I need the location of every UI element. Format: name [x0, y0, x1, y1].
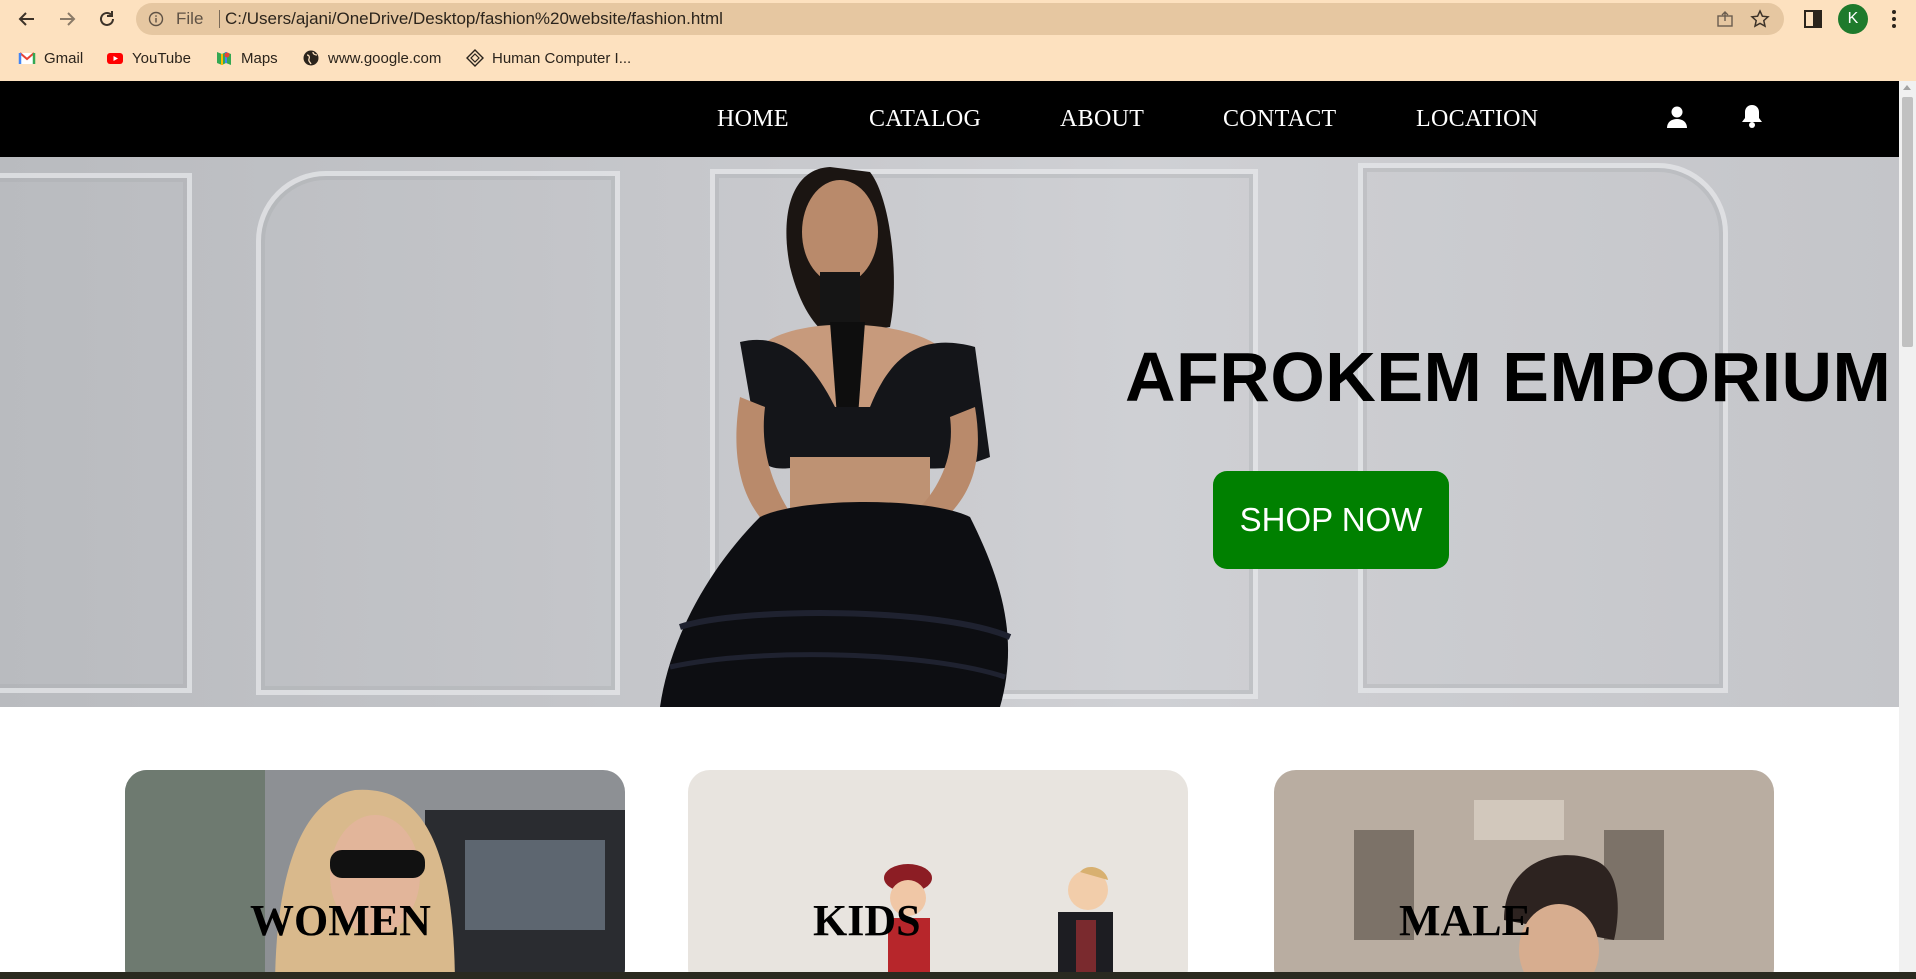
bookmark-label: Human Computer I...	[492, 49, 632, 67]
bookmark-label: Maps	[241, 49, 278, 67]
youtube-icon	[107, 53, 123, 64]
wall-panel	[1358, 163, 1728, 693]
scheme-label: File	[176, 9, 204, 28]
bookmark-google[interactable]: www.google.com	[302, 44, 441, 72]
info-icon[interactable]	[148, 11, 164, 27]
category-label-male: MALE	[1399, 896, 1531, 945]
nav-catalog[interactable]: CATALOG	[869, 81, 981, 157]
user-icon[interactable]	[1666, 105, 1688, 129]
category-card-male[interactable]: MALE	[1274, 770, 1774, 972]
side-panel-icon[interactable]	[1802, 8, 1824, 30]
bookmark-gmail[interactable]: Gmail	[18, 44, 83, 72]
category-card-women[interactable]: WOMEN	[125, 770, 625, 972]
share-icon[interactable]	[1716, 10, 1734, 28]
more-menu-icon[interactable]	[1880, 5, 1908, 33]
page-viewport: HOME CATALOG ABOUT CONTACT LOCATION AFRO…	[0, 81, 1899, 972]
bookmarks-bar: Gmail YouTube Maps www.google.com Human …	[0, 44, 1916, 72]
bookmark-star-icon[interactable]	[1750, 9, 1770, 29]
wall-panel	[256, 171, 620, 695]
forward-button[interactable]	[52, 4, 82, 34]
category-label-kids: KIDS	[813, 896, 921, 945]
profile-avatar[interactable]: K	[1838, 4, 1868, 34]
bell-icon[interactable]	[1741, 103, 1763, 129]
bottom-edge	[0, 972, 1916, 979]
hero-model-image	[660, 167, 1012, 707]
category-card-kids[interactable]: KIDS	[688, 770, 1188, 972]
address-separator	[219, 10, 220, 28]
hero-title: AFROKEM EMPORIUM	[1125, 338, 1892, 416]
bookmark-label: Gmail	[44, 49, 84, 67]
hci-site-icon	[466, 49, 484, 67]
bookmark-youtube[interactable]: YouTube	[106, 44, 191, 72]
globe-icon	[303, 50, 319, 66]
maps-icon	[217, 52, 231, 65]
wall-panel	[0, 173, 192, 693]
nav-location[interactable]: LOCATION	[1416, 81, 1538, 157]
hero-banner: AFROKEM EMPORIUM SHOP NOW	[0, 157, 1899, 707]
site-navbar: HOME CATALOG ABOUT CONTACT LOCATION	[0, 81, 1899, 157]
address-bar[interactable]: File C:/Users/ajani/OneDrive/Desktop/fas…	[136, 3, 1784, 35]
bookmark-hci[interactable]: Human Computer I...	[466, 44, 631, 72]
scroll-up-arrow-icon[interactable]	[1903, 85, 1911, 90]
bookmark-label: YouTube	[132, 49, 191, 67]
nav-home[interactable]: HOME	[717, 81, 789, 157]
gmail-icon	[18, 52, 36, 64]
bookmark-maps[interactable]: Maps	[215, 44, 278, 72]
reload-button[interactable]	[92, 4, 122, 34]
url-text[interactable]: C:/Users/ajani/OneDrive/Desktop/fashion%…	[225, 3, 723, 35]
scrollbar-thumb[interactable]	[1902, 97, 1913, 347]
page-scrollbar[interactable]	[1899, 81, 1916, 972]
shop-now-button[interactable]: SHOP NOW	[1213, 471, 1449, 569]
reload-icon	[100, 11, 114, 26]
browser-chrome: File C:/Users/ajani/OneDrive/Desktop/fas…	[0, 0, 1916, 81]
nav-contact[interactable]: CONTACT	[1223, 81, 1337, 157]
nav-about[interactable]: ABOUT	[1060, 81, 1144, 157]
arrow-right-icon	[60, 12, 76, 26]
arrow-left-icon	[18, 12, 34, 26]
browser-toolbar: File C:/Users/ajani/OneDrive/Desktop/fas…	[0, 0, 1916, 38]
back-button[interactable]	[12, 4, 42, 34]
bookmark-label: www.google.com	[328, 49, 442, 67]
category-label-women: WOMEN	[250, 896, 431, 945]
